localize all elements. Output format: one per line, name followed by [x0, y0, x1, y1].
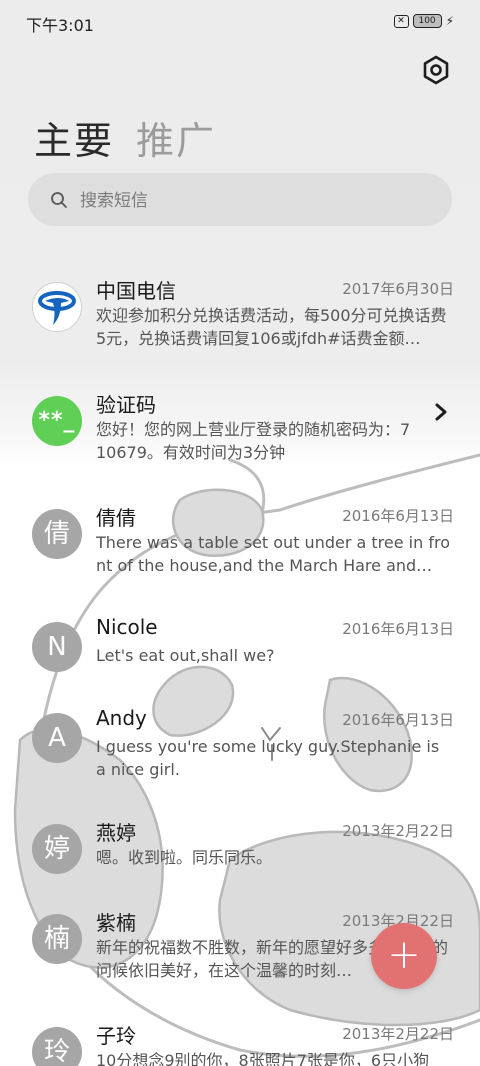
conversation-name: 紫楠	[96, 911, 136, 935]
conversation-snippet: 您好！您的网上营业厅登录的随机密码为：710679。有效时间为3分钟	[96, 420, 411, 462]
conversation-name: Andy	[96, 706, 147, 730]
conversation-snippet: 欢迎参加积分兑换话费活动，每500分可兑换话费5元，兑换话费请回复106或jfd…	[96, 306, 447, 348]
china-telecom-logo-icon	[32, 282, 82, 332]
conversation-name: 中国电信	[96, 279, 176, 303]
messages-screen: 下午3:01 ✕ 100 ⚡ 主要 推广 搜索短信 中国电信 2017年6月30…	[0, 0, 480, 1066]
conversation-item-nicole[interactable]: N Nicole 2016年6月13日 Let's eat out,shall …	[0, 614, 480, 714]
compose-plus-icon: +	[387, 932, 421, 978]
compose-button[interactable]: +	[371, 923, 437, 989]
conversation-snippet: Let's eat out,shall we?	[96, 646, 275, 665]
avatar: N	[32, 622, 82, 672]
avatar: 玲	[32, 1027, 82, 1066]
conversation-list: 中国电信 2017年6月30日 欢迎参加积分兑换话费活动，每500分可兑换话费5…	[0, 0, 480, 1066]
conversation-snippet: 10分想念9别的你，8张照片7张是你，6只小狗	[96, 1051, 430, 1066]
avatar: A	[32, 713, 82, 763]
avatar: 婷	[32, 824, 82, 874]
conversation-snippet: 嗯。收到啦。同乐同乐。	[96, 848, 273, 867]
conversation-name: 子玲	[96, 1024, 136, 1048]
conversation-name: 燕婷	[96, 821, 136, 845]
conversation-item-verification-code[interactable]: **_ 验证码 您好！您的网上营业厅登录的随机密码为：710679。有效时间为3…	[0, 388, 480, 488]
conversation-snippet: There was a table set out under a tree i…	[96, 533, 450, 575]
conversation-date: 2017年6月30日	[342, 280, 454, 298]
conversation-date: 2013年2月22日	[342, 822, 454, 840]
avatar: **_	[32, 396, 82, 446]
conversation-item-qianqian[interactable]: 倩 倩倩 2016年6月13日 There was a table set ou…	[0, 501, 480, 601]
conversation-name: 倩倩	[96, 506, 136, 530]
conversation-date: 2013年2月22日	[342, 1025, 454, 1043]
conversation-date: 2016年6月13日	[342, 711, 454, 729]
chevron-right-icon[interactable]	[432, 402, 450, 422]
conversation-name: 验证码	[96, 393, 156, 417]
conversation-date: 2016年6月13日	[342, 507, 454, 525]
avatar: 倩	[32, 509, 82, 559]
conversation-item-yanting[interactable]: 婷 燕婷 2013年2月22日 嗯。收到啦。同乐同乐。	[0, 816, 480, 916]
conversation-item-china-telecom[interactable]: 中国电信 2017年6月30日 欢迎参加积分兑换话费活动，每500分可兑换话费5…	[0, 274, 480, 374]
avatar: 楠	[32, 914, 82, 964]
conversation-item-ziling[interactable]: 玲 子玲 2013年2月22日 10分想念9别的你，8张照片7张是你，6只小狗	[0, 1019, 480, 1066]
conversation-snippet: I guess you're some lucky guy.Stephanie …	[96, 737, 440, 779]
conversation-item-andy[interactable]: A Andy 2016年6月13日 I guess you're some lu…	[0, 705, 480, 805]
conversation-date: 2016年6月13日	[342, 620, 454, 638]
conversation-name: Nicole	[96, 615, 158, 639]
